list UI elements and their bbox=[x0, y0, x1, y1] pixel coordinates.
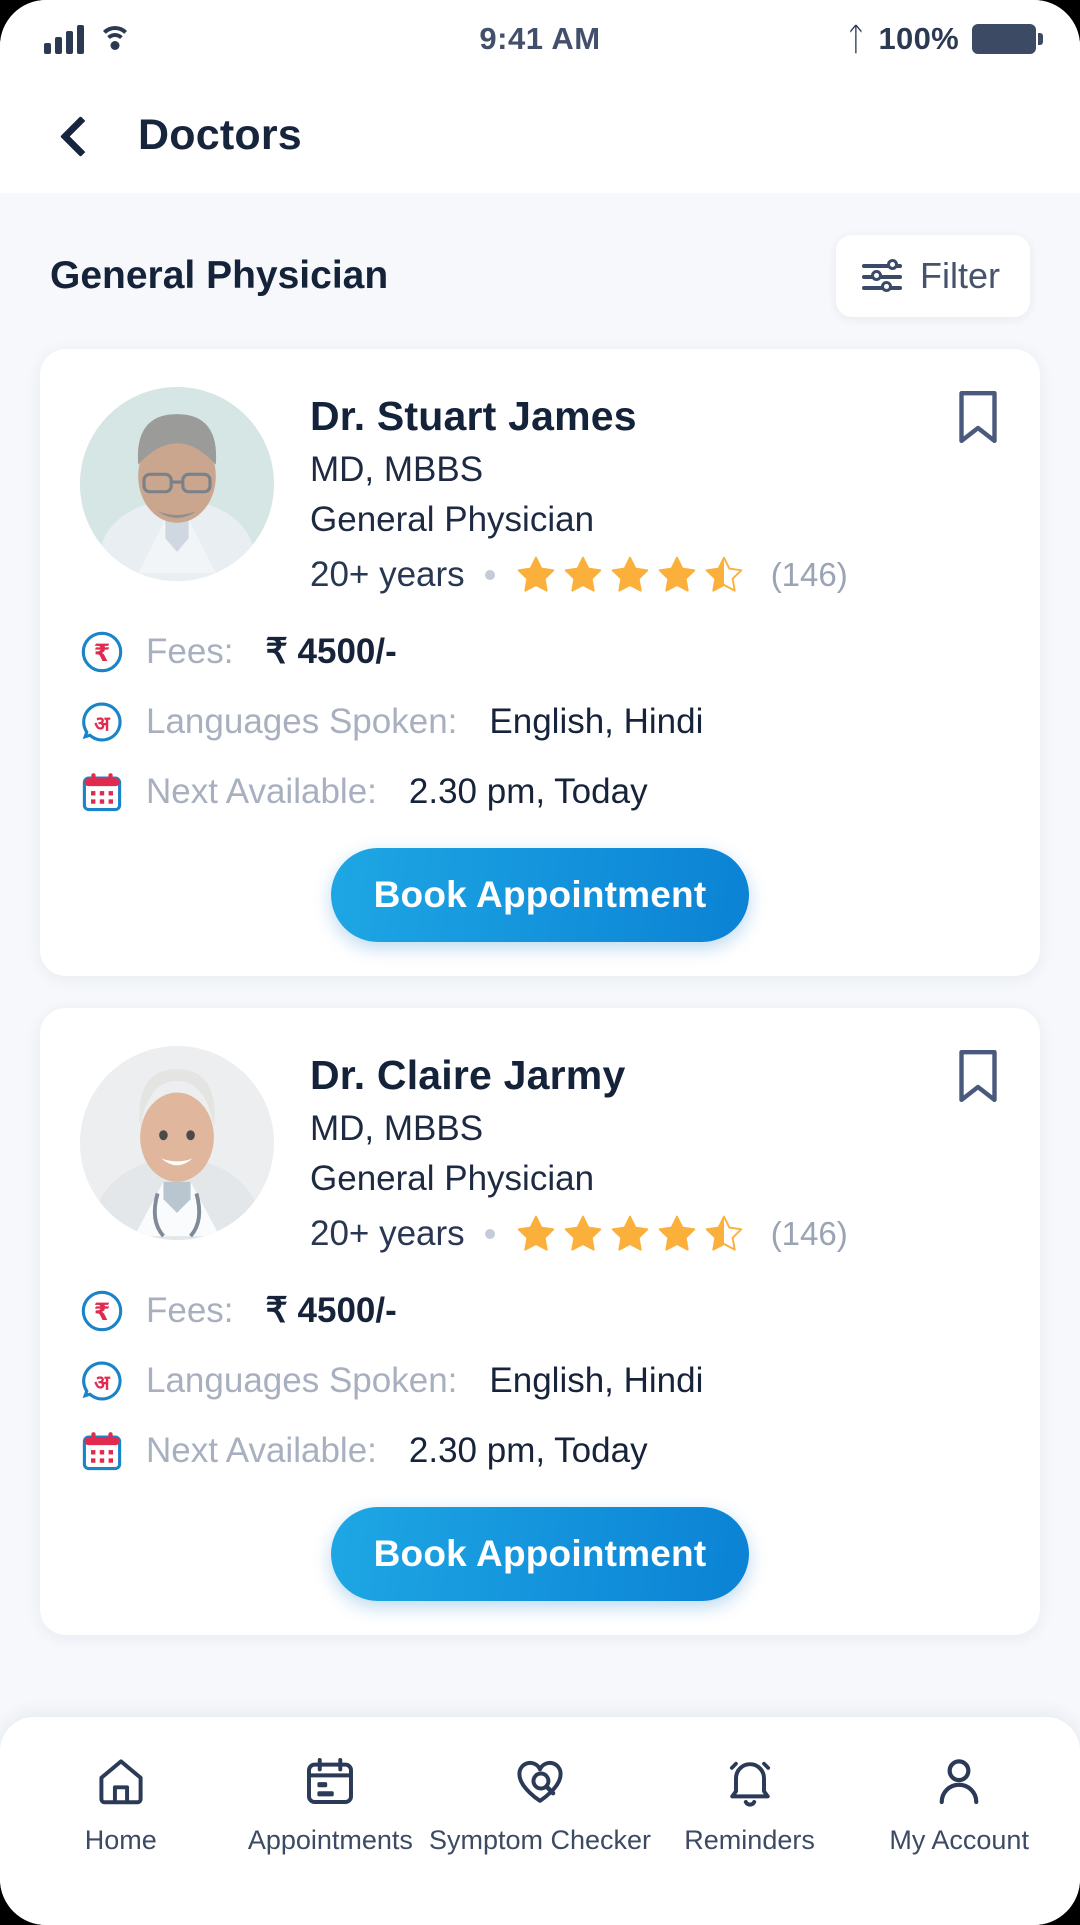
tab-label: Home bbox=[84, 1825, 157, 1855]
tab-my-account[interactable]: My Account bbox=[859, 1753, 1059, 1856]
languages-label: Languages Spoken: bbox=[146, 1361, 458, 1400]
heart-search-icon bbox=[510, 1753, 570, 1809]
doctor-degree: MD, MBBS bbox=[310, 450, 484, 489]
separator-dot bbox=[484, 570, 495, 580]
page-body: General Physician Filter Dr. Stuart Jame… bbox=[0, 193, 1080, 1925]
section-bar: General Physician Filter bbox=[40, 193, 1040, 317]
next-available-value: 2.30 pm, Today bbox=[408, 1431, 648, 1470]
svg-text:₹: ₹ bbox=[94, 639, 111, 667]
language-speech-icon: अ bbox=[80, 700, 124, 744]
tab-appointments[interactable]: Appointments bbox=[230, 1753, 430, 1856]
fees-label: Fees: bbox=[146, 632, 234, 671]
nav-header: Doctors bbox=[0, 78, 1080, 193]
section-title: General Physician bbox=[50, 254, 389, 297]
bottom-nav: Home Appointments Symptom Checker Remind… bbox=[0, 1717, 1080, 1925]
filter-button[interactable]: Filter bbox=[836, 235, 1030, 317]
rupee-coin-icon: ₹ bbox=[80, 1289, 124, 1333]
star-full-icon bbox=[611, 556, 648, 592]
language-speech-icon: अ bbox=[80, 1359, 124, 1403]
star-full-icon bbox=[658, 1215, 695, 1251]
doctor-info: Dr. Stuart James MD, MBBS General Physic… bbox=[310, 387, 1000, 596]
star-full-icon bbox=[517, 1215, 554, 1251]
languages-label: Languages Spoken: bbox=[146, 702, 458, 741]
fees-value: ₹ 4500/- bbox=[265, 632, 397, 671]
doctor-meta: 20+ years (146) bbox=[310, 1213, 1000, 1255]
next-available-value: 2.30 pm, Today bbox=[408, 772, 648, 811]
next-available-row: Next Available: 2.30 pm, Today bbox=[80, 1429, 1000, 1473]
star-full-icon bbox=[564, 556, 601, 592]
star-half-icon bbox=[705, 1215, 742, 1251]
next-available-label: Next Available: bbox=[146, 772, 377, 811]
tab-label: Appointments bbox=[247, 1825, 413, 1855]
separator-dot bbox=[484, 1229, 495, 1239]
doctor-experience: 20+ years bbox=[310, 1214, 465, 1253]
home-icon bbox=[91, 1753, 151, 1809]
doctor-details: ₹ Fees: ₹ 4500/- अ Languages Spoken: Eng… bbox=[80, 630, 1000, 814]
doctor-experience: 20+ years bbox=[310, 555, 465, 594]
doctor-meta: 20+ years (146) bbox=[310, 554, 1000, 596]
doctor-summary: Dr. Claire Jarmy MD, MBBS General Physic… bbox=[80, 1046, 1000, 1255]
tab-reminders[interactable]: Reminders bbox=[650, 1753, 850, 1856]
calendar-icon bbox=[300, 1753, 360, 1809]
fees-row: ₹ Fees: ₹ 4500/- bbox=[80, 630, 1000, 674]
star-full-icon bbox=[611, 1215, 648, 1251]
book-appointment-button[interactable]: Book Appointment bbox=[331, 848, 749, 942]
doctor-summary: Dr. Stuart James MD, MBBS General Physic… bbox=[80, 387, 1000, 596]
filter-label: Filter bbox=[920, 255, 1000, 296]
avatar bbox=[80, 387, 274, 581]
languages-row: अ Languages Spoken: English, Hindi bbox=[80, 700, 1000, 744]
star-full-icon bbox=[517, 556, 554, 592]
fees-row: ₹ Fees: ₹ 4500/- bbox=[80, 1289, 1000, 1333]
tab-label: Symptom Checker bbox=[428, 1825, 652, 1855]
next-available-label: Next Available: bbox=[146, 1431, 377, 1470]
tab-label: My Account bbox=[889, 1825, 1029, 1855]
tab-label: Reminders bbox=[684, 1825, 815, 1855]
doctor-name: Dr. Stuart James bbox=[310, 393, 637, 439]
review-count: (146) bbox=[770, 1215, 848, 1252]
svg-text:अ: अ bbox=[94, 1370, 111, 1394]
svg-text:अ: अ bbox=[94, 711, 111, 735]
review-count: (146) bbox=[770, 556, 848, 593]
doctor-specialty: General Physician bbox=[310, 500, 595, 539]
languages-value: English, Hindi bbox=[489, 702, 704, 741]
star-half-icon bbox=[705, 556, 742, 592]
doctor-specialty: General Physician bbox=[310, 1159, 595, 1198]
battery-icon bbox=[972, 24, 1043, 54]
rating-stars bbox=[515, 554, 745, 596]
bell-icon bbox=[720, 1753, 780, 1809]
bookmark-icon[interactable] bbox=[956, 1048, 1000, 1104]
fees-label: Fees: bbox=[146, 1291, 234, 1330]
rupee-coin-icon: ₹ bbox=[80, 630, 124, 674]
doctor-card[interactable]: Dr. Stuart James MD, MBBS General Physic… bbox=[40, 349, 1040, 976]
status-bar: 9:41 AM ᛏ 100% bbox=[0, 0, 1080, 78]
sliders-icon bbox=[862, 256, 902, 296]
languages-value: English, Hindi bbox=[489, 1361, 704, 1400]
user-icon bbox=[929, 1753, 989, 1809]
languages-row: अ Languages Spoken: English, Hindi bbox=[80, 1359, 1000, 1403]
fees-value: ₹ 4500/- bbox=[265, 1291, 397, 1330]
book-button-wrap: Book Appointment bbox=[80, 1507, 1000, 1601]
doctor-details: ₹ Fees: ₹ 4500/- अ Languages Spoken: Eng… bbox=[80, 1289, 1000, 1473]
calendar-icon bbox=[80, 770, 124, 814]
book-appointment-button[interactable]: Book Appointment bbox=[331, 1507, 749, 1601]
svg-text:₹: ₹ bbox=[94, 1298, 111, 1326]
rating-stars bbox=[515, 1213, 745, 1255]
doctor-card[interactable]: Dr. Claire Jarmy MD, MBBS General Physic… bbox=[40, 1008, 1040, 1635]
bookmark-icon[interactable] bbox=[956, 389, 1000, 445]
star-full-icon bbox=[658, 556, 695, 592]
tab-home[interactable]: Home bbox=[21, 1753, 221, 1856]
doctor-degree: MD, MBBS bbox=[310, 1109, 484, 1148]
avatar bbox=[80, 1046, 274, 1240]
doctor-info: Dr. Claire Jarmy MD, MBBS General Physic… bbox=[310, 1046, 1000, 1255]
calendar-icon bbox=[80, 1429, 124, 1473]
next-available-row: Next Available: 2.30 pm, Today bbox=[80, 770, 1000, 814]
page-title: Doctors bbox=[138, 111, 302, 159]
tab-symptom-checker[interactable]: Symptom Checker bbox=[429, 1753, 651, 1856]
book-button-wrap: Book Appointment bbox=[80, 848, 1000, 942]
doctor-name: Dr. Claire Jarmy bbox=[310, 1052, 626, 1098]
star-full-icon bbox=[564, 1215, 601, 1251]
status-time: 9:41 AM bbox=[479, 21, 601, 56]
back-chevron-icon[interactable] bbox=[58, 119, 92, 153]
phone-screen: 9:41 AM ᛏ 100% Doctors General Physician… bbox=[0, 0, 1080, 1925]
